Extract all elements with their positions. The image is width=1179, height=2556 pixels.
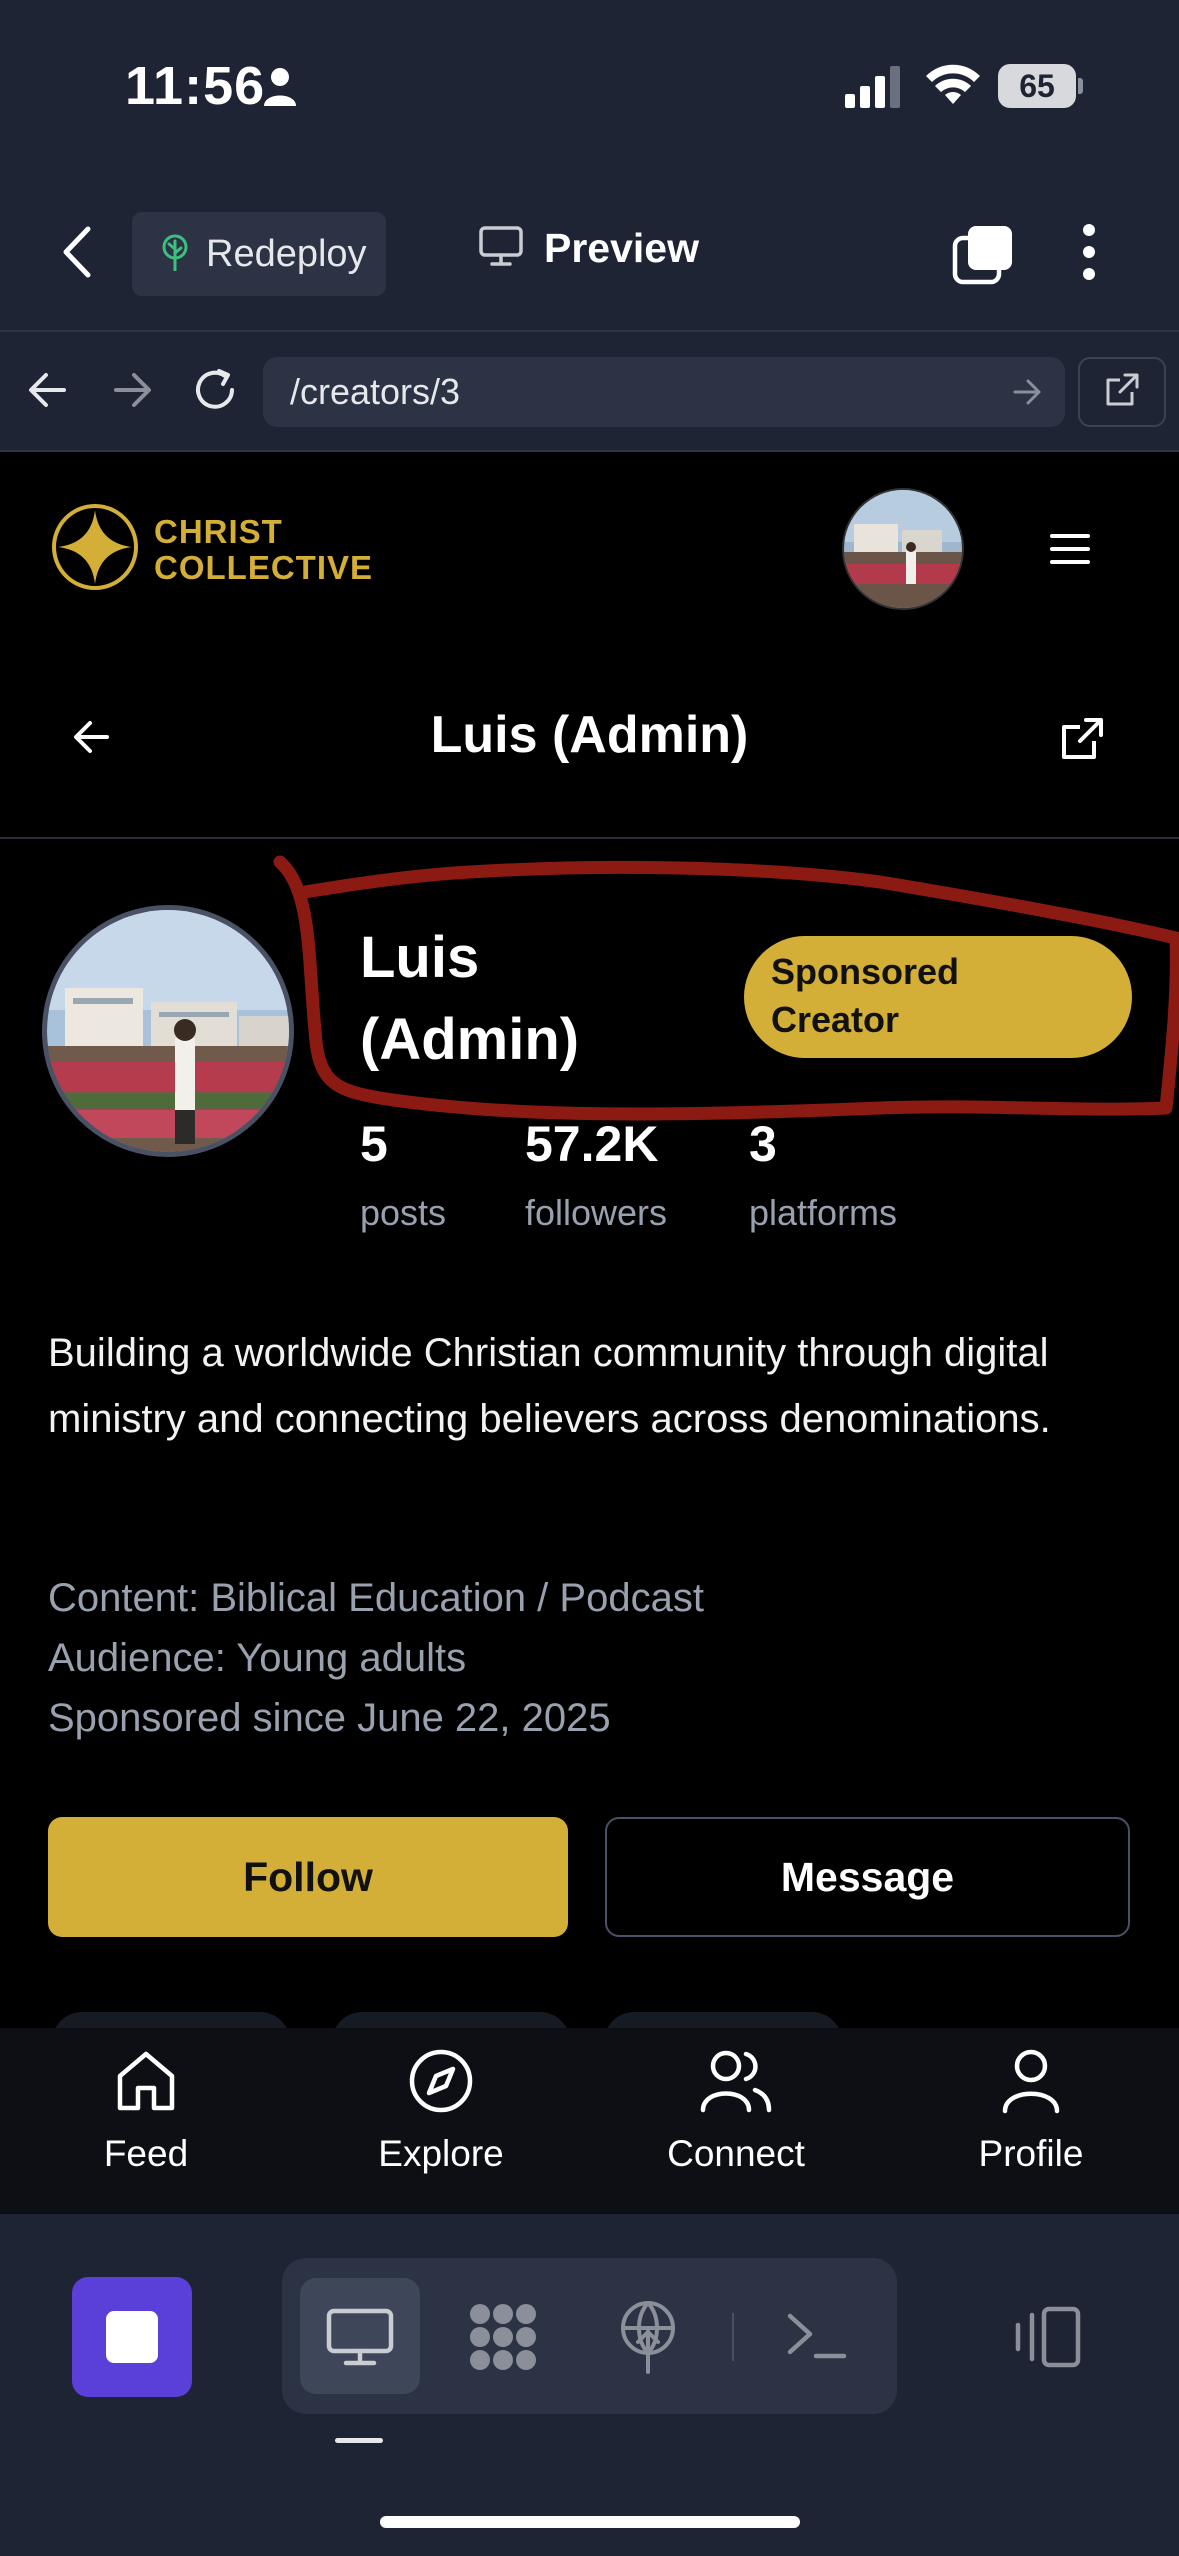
desktop-monitor-icon[interactable] [326,2308,394,2371]
stop-button[interactable] [72,2277,192,2397]
logo-wordmark: CHRIST COLLECTIVE [154,512,374,586]
logo-line-2: COLLECTIVE [154,548,374,586]
nav-item-profile[interactable]: Profile [931,2048,1131,2175]
profile-meta: Content: Biblical Education / Podcast Au… [48,1568,704,1748]
message-button[interactable]: Message [605,1817,1130,1937]
stat-platforms-value: 3 [749,1116,777,1172]
more-options-icon[interactable] [1080,223,1098,286]
stat-posts-value: 5 [360,1116,388,1172]
deploy-tree-icon [158,233,192,276]
profile-photo [42,905,294,1157]
open-external-button[interactable] [1078,357,1166,427]
arrow-right-icon[interactable] [112,372,152,413]
header-divider [0,837,1179,839]
url-text[interactable]: /creators/3 [290,371,460,413]
sponsored-since-info: Sponsored since June 22, 2025 [48,1696,611,1740]
home-icon [113,2048,179,2119]
compass-icon [408,2048,474,2119]
split-view-icon[interactable] [1010,2305,1082,2374]
person-icon [263,66,297,111]
logo-line-1: CHRIST [154,512,283,550]
back-chevron-icon[interactable] [62,225,92,284]
arrow-left-icon[interactable] [28,372,68,413]
christ-collective-logo[interactable]: CHRIST COLLECTIVE [50,502,373,597]
profile-name: Luis (Admin) [360,917,579,1081]
monitor-icon [478,225,524,272]
page-title: Luis (Admin) [430,706,749,764]
preview-label: Preview [544,225,699,271]
battery-tip [1078,78,1083,94]
stat-followers-label: followers [525,1192,668,1233]
nav-label-profile: Profile [978,2133,1084,2174]
profile-name-line-1: Luis [360,925,480,990]
hamburger-menu-icon[interactable] [1050,533,1090,570]
share-external-icon[interactable] [1060,717,1104,766]
content-info: Content: Biblical Education / Podcast [48,1576,704,1620]
stop-square-icon [106,2311,158,2363]
status-time: 11:56 [125,56,266,116]
nav-item-feed[interactable]: Feed [46,2048,246,2175]
nav-label-feed: Feed [103,2133,189,2174]
stat-posts-label: posts [360,1192,447,1233]
stat-followers-value: 57.2K [525,1116,659,1172]
badge-line-2: Creator [771,999,900,1040]
terminal-icon[interactable] [786,2310,848,2367]
mode-separator [732,2313,734,2361]
audience-info: Audience: Young adults [48,1636,467,1680]
nav-item-explore[interactable]: Explore [341,2048,541,2175]
cluster-dots-icon[interactable] [466,2302,540,2377]
home-indicator[interactable] [380,2516,800,2528]
battery-indicator: 65 [998,64,1076,108]
deploy-globe-icon[interactable] [616,2300,680,2379]
user-avatar[interactable] [842,488,964,610]
reload-icon[interactable] [192,367,238,418]
nav-label-connect: Connect [667,2133,805,2174]
nav-item-connect[interactable]: Connect [636,2048,836,2175]
star-logo-icon [50,502,140,597]
redeploy-button[interactable]: Redeploy [132,212,386,296]
wifi-icon [925,62,981,111]
preview-tab[interactable]: Preview [478,225,699,272]
users-icon [700,2048,772,2119]
profile-bio: Building a worldwide Christian community… [48,1331,1051,1441]
user-icon [1001,2048,1061,2119]
follow-button[interactable]: Follow [48,1817,568,1937]
stat-platforms-label: platforms [749,1192,898,1233]
go-arrow-icon[interactable] [1012,378,1042,411]
sponsored-creator-badge: Sponsored Creator [744,936,1132,1058]
external-link-icon [1104,372,1140,413]
profile-name-line-2: (Admin) [360,1007,580,1072]
badge-line-1: Sponsored [771,951,960,992]
cellular-signal-icon [845,66,905,113]
redeploy-label: Redeploy [206,232,367,275]
active-mode-indicator [335,2438,383,2443]
nav-label-explore: Explore [378,2133,504,2174]
tabs-icon[interactable] [952,224,1014,291]
